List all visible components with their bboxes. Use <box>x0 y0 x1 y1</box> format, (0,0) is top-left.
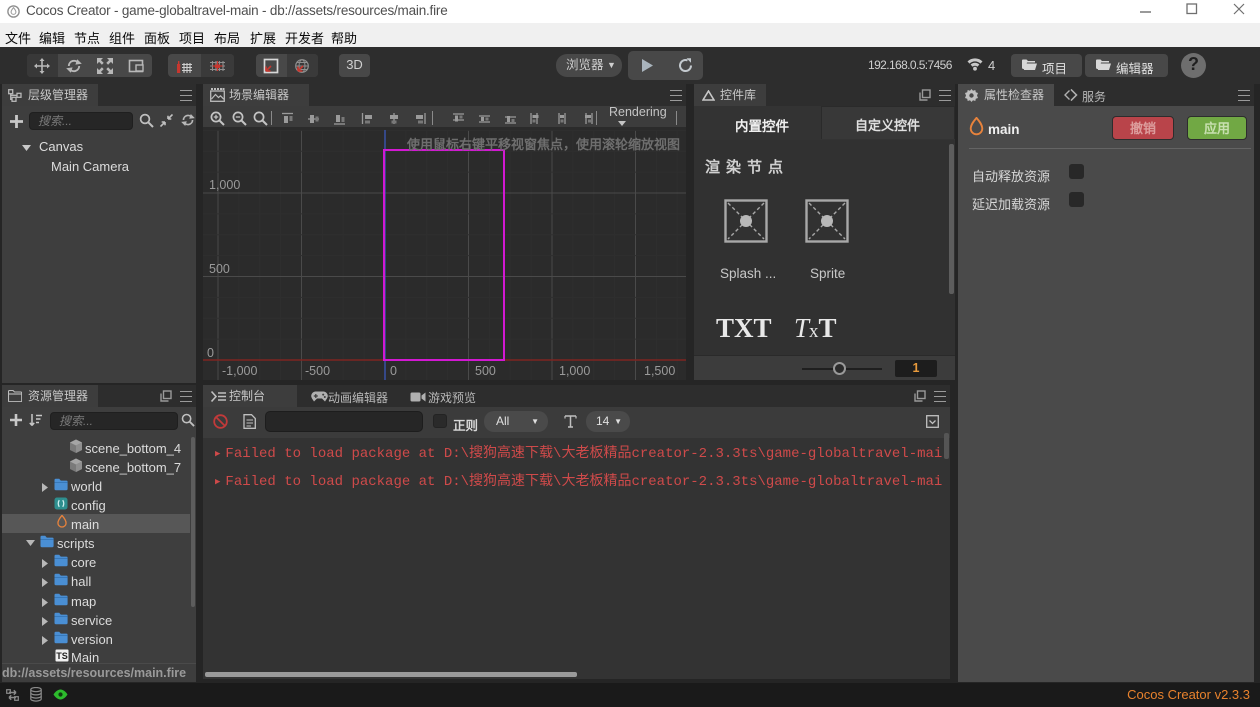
svg-text:TS: TS <box>56 651 68 661</box>
